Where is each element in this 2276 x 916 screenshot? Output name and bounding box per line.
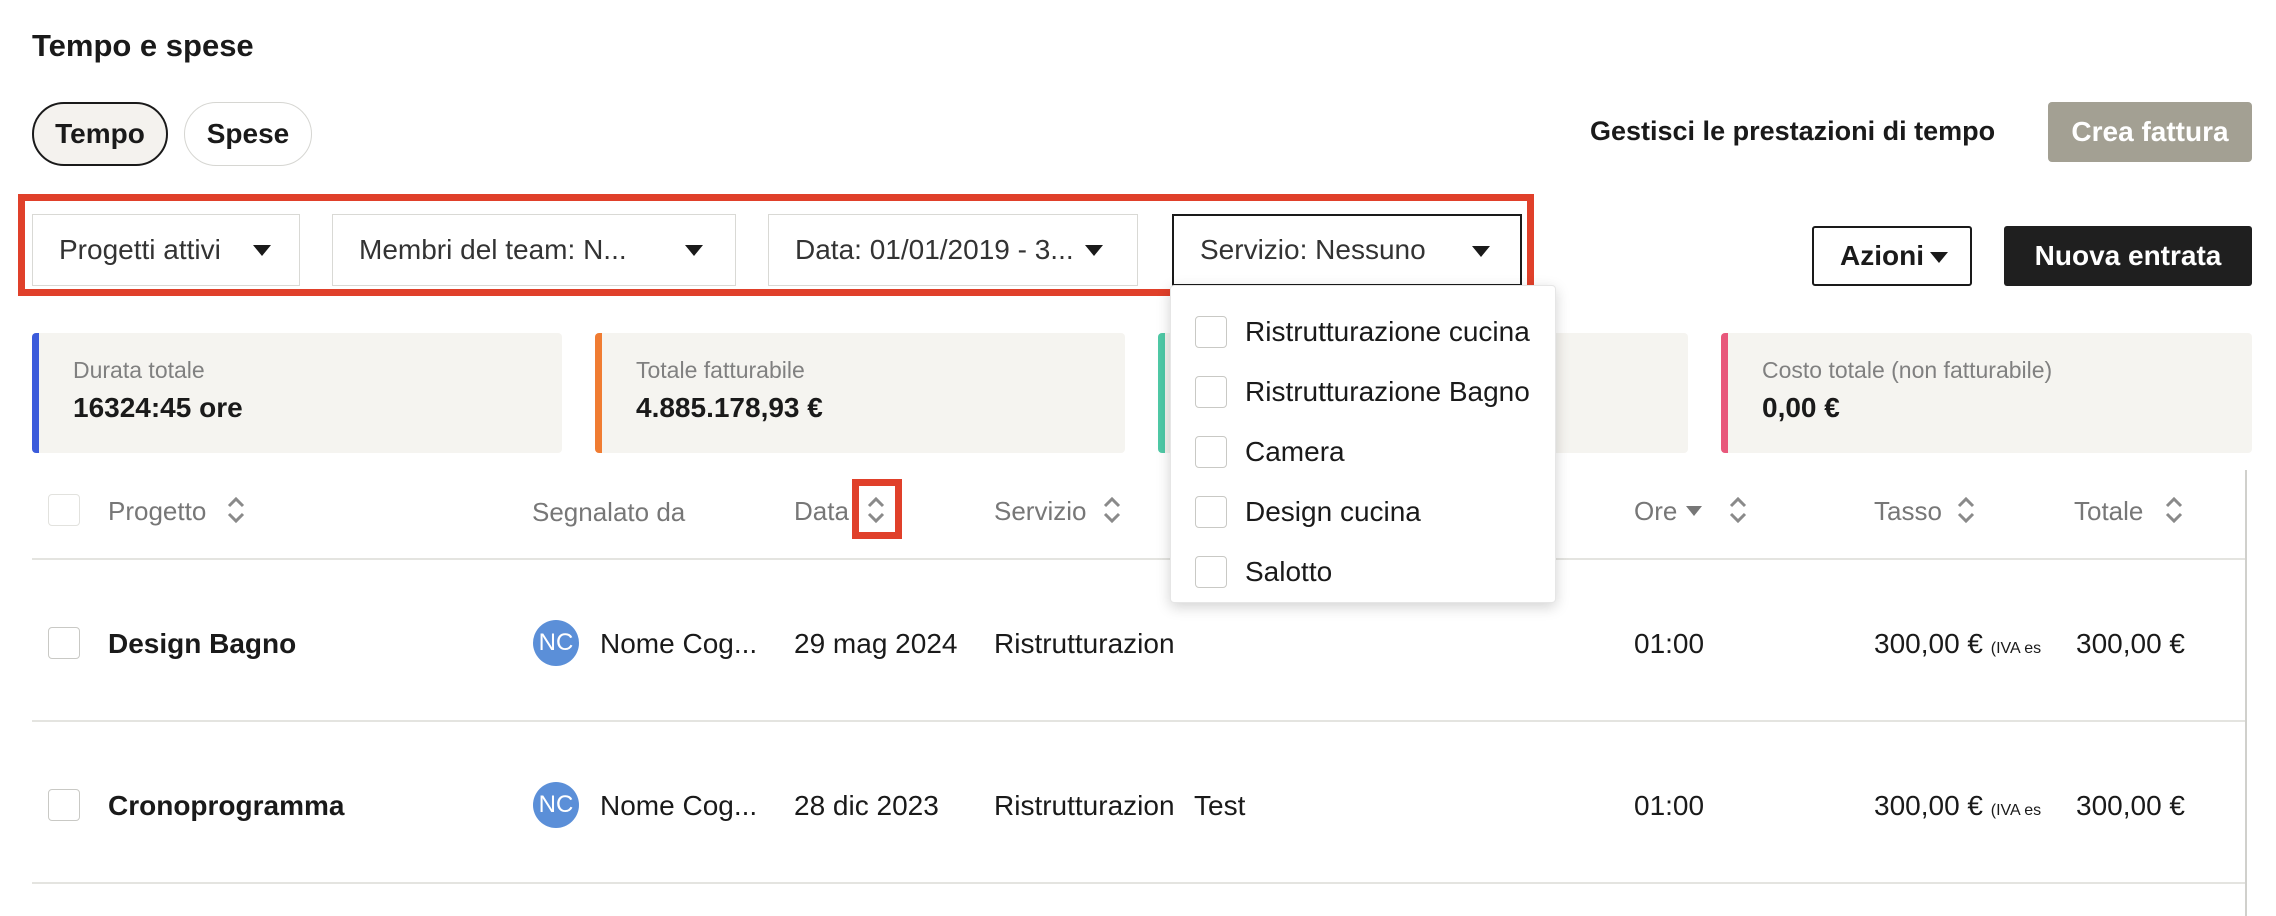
option-label: Design cucina [1245,496,1421,527]
project-name[interactable]: Design Bagno [108,628,296,660]
page-title: Tempo e spese [32,28,254,63]
sort-icon[interactable] [226,494,246,526]
stat-value: 0,00 € [1762,392,1840,423]
stat-total-billable: Totale fatturabile 4.885.178,93 € [595,333,1125,453]
service-option[interactable]: Ristrutturazione cucina [1195,312,1530,352]
divider [32,882,2245,884]
scrollbar-track[interactable] [2245,470,2247,916]
row-total: 300,00 € [2076,628,2185,659]
column-header-service[interactable]: Servizio [994,496,1086,527]
column-header-reporter: Segnalato da [532,497,686,527]
chevron-down-icon [1930,252,1948,263]
rate-value: 300,00 € [1874,628,1983,659]
column-header-rate[interactable]: Tasso [1874,496,1942,527]
sort-icon[interactable] [2164,494,2184,526]
vat-note: (IVA es [1990,640,2042,657]
avatar: NC [533,620,579,666]
caret-down-icon [1686,506,1702,516]
column-header-hours[interactable]: Ore [1634,496,1677,527]
actions-button[interactable]: Azioni [1812,226,1972,286]
actions-button-label: Azioni [1840,240,1924,271]
option-label: Salotto [1245,556,1333,587]
row-checkbox[interactable] [48,789,80,821]
chevron-down-icon [253,245,271,256]
reporter-name: Nome Cog... [600,790,758,821]
option-checkbox[interactable] [1195,436,1227,468]
chevron-down-icon [1085,245,1103,256]
projects-filter[interactable]: Progetti attivi [32,214,300,286]
select-all-checkbox[interactable] [48,494,80,526]
option-checkbox[interactable] [1195,556,1227,588]
date-sort-highlight-frame [852,479,902,539]
option-checkbox[interactable] [1195,376,1227,408]
option-label: Ristrutturazione cucina [1245,316,1530,347]
rate: 300,00 € (IVA es [1874,790,2060,822]
service-option[interactable]: Camera [1195,432,1345,472]
service-option[interactable]: Ristrutturazione Bagno [1195,372,1530,412]
create-invoice-button[interactable]: Crea fattura [2048,102,2252,162]
option-checkbox[interactable] [1195,496,1227,528]
rate-value: 300,00 € [1874,790,1983,821]
chevron-down-icon [1472,246,1490,257]
stat-label: Durata totale [73,357,205,383]
sort-icon[interactable] [1728,494,1748,526]
stat-label: Costo totale (non fatturabile) [1762,357,2053,383]
tab-spese[interactable]: Spese [184,102,312,166]
option-checkbox[interactable] [1195,316,1227,348]
hours: 01:00 [1634,628,1705,659]
service-option[interactable]: Design cucina [1195,492,1421,532]
sort-icon[interactable] [1102,494,1122,526]
chevron-down-icon [685,245,703,256]
sort-icon[interactable] [1956,494,1976,526]
service-name: Ristrutturazion [994,790,1175,821]
reporter-name: Nome Cog... [600,628,758,659]
service-dropdown-menu: Ristrutturazione cucina Ristrutturazione… [1170,285,1556,603]
vat-note: (IVA es [1990,802,2042,819]
entry-note: Test [1194,790,1246,821]
tab-tempo[interactable]: Tempo [32,102,168,166]
team-filter[interactable]: Membri del team: N... [332,214,736,286]
stat-value: 16324:45 ore [73,392,243,423]
entry-date: 29 mag 2024 [794,628,958,659]
stat-total-cost: Costo totale (non fatturabile) 0,00 € [1721,333,2252,453]
column-header-project[interactable]: Progetto [108,496,206,527]
row-checkbox[interactable] [48,627,80,659]
team-filter-label: Membri del team: N... [359,234,627,265]
service-option[interactable]: Salotto [1195,552,1332,592]
row-total: 300,00 € [2076,790,2185,821]
column-header-total[interactable]: Totale [2074,496,2143,527]
date-filter[interactable]: Data: 01/01/2019 - 3... [768,214,1138,286]
divider [32,558,2245,560]
date-filter-label: Data: 01/01/2019 - 3... [795,234,1074,265]
divider [32,720,2245,722]
manage-time-entries-link[interactable]: Gestisci le prestazioni di tempo [1590,116,1995,147]
option-label: Camera [1245,436,1345,467]
project-name[interactable]: Cronoprogramma [108,790,344,822]
new-entry-button[interactable]: Nuova entrata [2004,226,2252,286]
service-filter[interactable]: Servizio: Nessuno [1172,214,1522,286]
projects-filter-label: Progetti attivi [59,234,221,265]
stat-label: Totale fatturabile [636,357,805,383]
avatar: NC [533,782,579,828]
rate: 300,00 € (IVA es [1874,628,2060,660]
hours: 01:00 [1634,790,1705,821]
stat-total-duration: Durata totale 16324:45 ore [32,333,562,453]
stat-value: 4.885.178,93 € [636,392,823,423]
service-filter-label: Servizio: Nessuno [1200,234,1426,265]
option-label: Ristrutturazione Bagno [1245,376,1530,407]
entry-date: 28 dic 2023 [794,790,939,821]
column-header-date[interactable]: Data [794,496,849,527]
service-name: Ristrutturazion [994,628,1175,659]
